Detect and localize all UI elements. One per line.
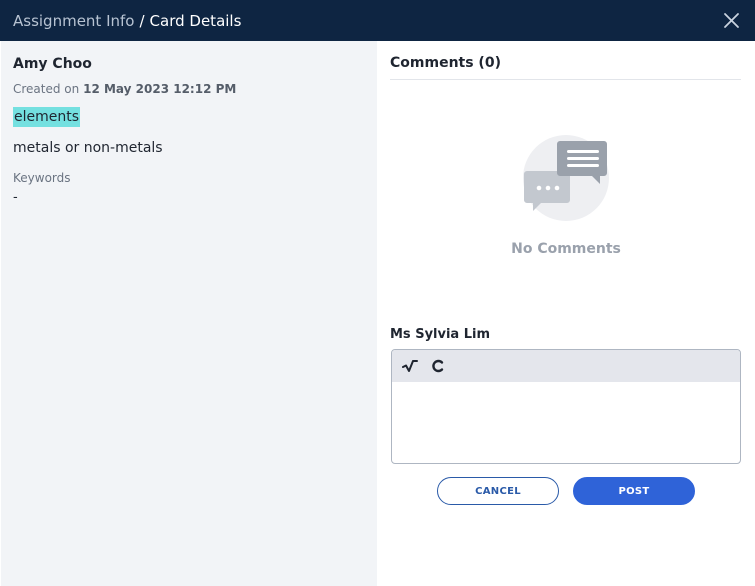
card-description: metals or non-metals [13,140,163,156]
comment-text-area[interactable] [392,382,740,463]
comments-panel: Comments (0) No Comments Ms Sylvia Lim C… [377,41,755,586]
post-button[interactable]: POST [573,477,695,505]
commenter-name: Ms Sylvia Lim [390,327,491,342]
card-title: elements [13,107,81,127]
card-details-panel: Amy Choo Created on 12 May 2023 12:12 PM… [1,41,377,586]
chat-bubbles-icon [523,135,609,221]
chemistry-c-icon[interactable] [430,358,446,374]
dialog-header: Assignment Info / Card Details [0,0,755,41]
card-author: Amy Choo [13,56,92,72]
editor-toolbar [392,350,740,382]
close-icon[interactable] [723,12,740,29]
breadcrumb-separator: / [139,11,145,30]
breadcrumb-card-details: Card Details [149,11,242,30]
created-prefix: Created on [13,82,80,96]
cancel-button[interactable]: CANCEL [437,477,559,505]
comment-editor[interactable] [391,349,741,464]
created-date: 12 May 2023 12:12 PM [83,82,237,96]
no-comments-text: No Comments [511,241,621,257]
square-root-icon[interactable] [402,358,418,374]
breadcrumb-assignment-info[interactable]: Assignment Info [13,12,134,30]
created-info: Created on 12 May 2023 12:12 PM [13,82,365,96]
keywords-value: - [13,190,18,205]
comments-header: Comments (0) [390,55,741,80]
keywords-label: Keywords [13,171,71,185]
